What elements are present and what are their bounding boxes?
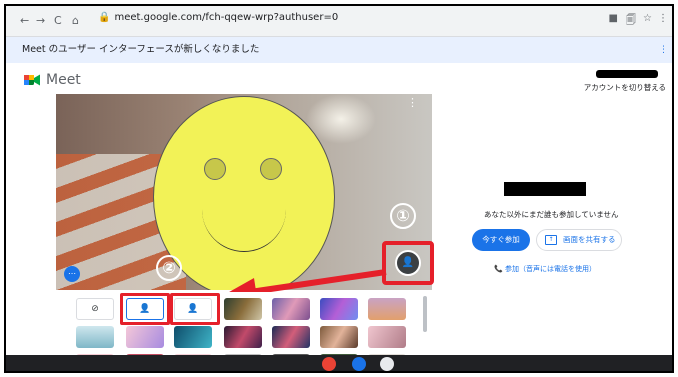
forward-button[interactable]: →: [36, 14, 45, 27]
more-options-button[interactable]: ⋯: [64, 266, 80, 282]
background-tile[interactable]: [174, 326, 212, 348]
background-tile[interactable]: [224, 326, 262, 348]
back-button[interactable]: ←: [20, 14, 29, 27]
annotation-number-2: ②: [156, 255, 182, 281]
notice-text: Meet のユーザー インターフェースが新しくなりました: [22, 44, 260, 55]
background-tile[interactable]: [272, 326, 310, 348]
background-tile[interactable]: [368, 298, 406, 320]
app-icon[interactable]: [352, 357, 366, 371]
background-tile[interactable]: [272, 298, 310, 320]
background-tile[interactable]: [320, 326, 358, 348]
ui-update-notice: Meet のユーザー インターフェースが新しくなりました ⋮: [6, 37, 672, 63]
lock-icon: 🔒: [98, 12, 111, 23]
bookmark-star-icon[interactable]: ☆: [643, 13, 652, 24]
account-email-redacted: [596, 70, 658, 78]
more-icon[interactable]: ⋮: [658, 13, 668, 24]
home-button[interactable]: ⌂: [72, 14, 79, 27]
join-now-button[interactable]: 今すぐ参加: [472, 229, 530, 251]
no-effect-option[interactable]: ⊘: [76, 298, 114, 320]
app-title: Meet: [46, 72, 81, 88]
screenshot-frame: ← → C ⌂ 🔒 meet.google.com/fch-qqew-wrp?au…: [4, 4, 674, 373]
app-icon[interactable]: [322, 357, 336, 371]
taskbar: [6, 355, 672, 371]
phone-icon: 📞: [494, 265, 505, 273]
person-background-icon: 👤: [395, 250, 421, 276]
panel-scrollbar[interactable]: [423, 296, 427, 332]
background-tile[interactable]: [224, 298, 262, 320]
address-bar[interactable]: 🔒 meet.google.com/fch-qqew-wrp?authuser=0: [98, 12, 338, 23]
notice-close-icon[interactable]: ⋮: [659, 37, 668, 63]
browser-toolbar: ← → C ⌂ 🔒 meet.google.com/fch-qqew-wrp?au…: [6, 6, 672, 37]
present-screen-button[interactable]: ↑ 画面を共有する: [536, 229, 622, 251]
camera-icon[interactable]: ■: [609, 13, 618, 24]
reload-button[interactable]: C: [54, 14, 62, 27]
app-icon[interactable]: [380, 357, 394, 371]
preview-more-icon[interactable]: ⋮: [407, 96, 418, 109]
smile-mouth: [202, 167, 286, 252]
present-label: 画面を共有する: [563, 235, 616, 244]
switch-account-link[interactable]: アカウントを切り替える: [584, 82, 666, 93]
background-tile[interactable]: [76, 326, 114, 348]
url-text: meet.google.com/fch-qqew-wrp?authuser=0: [114, 12, 339, 23]
annotation-box-slight-blur: [120, 293, 170, 325]
video-preview: ⋮ ⋯: [56, 94, 432, 290]
background-tile[interactable]: [126, 326, 164, 348]
participants-status: あなた以外にまだ誰も参加していません: [484, 210, 619, 219]
meeting-name-redacted: [504, 182, 586, 196]
background-tile[interactable]: [320, 298, 358, 320]
annotation-box-blur: [170, 293, 220, 325]
phone-link-label: 参加（音声には電話を使用）: [504, 265, 596, 273]
meet-logo-icon: [24, 74, 40, 86]
present-icon: ↑: [545, 235, 557, 245]
annotation-number-1: ①: [390, 203, 416, 229]
translate-icon[interactable]: 🗐: [626, 13, 636, 30]
background-tile[interactable]: [368, 326, 406, 348]
join-by-phone-link[interactable]: 📞 参加（音声には電話を使用）: [494, 264, 596, 274]
